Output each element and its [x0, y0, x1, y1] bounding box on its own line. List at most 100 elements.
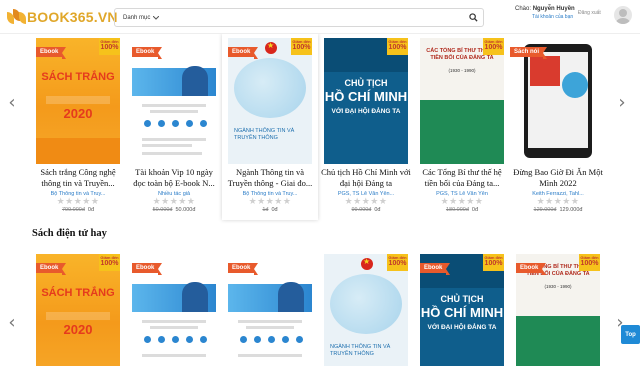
- search-bar: Danh mục: [114, 8, 484, 27]
- site-header: BOOK365.VN Danh mục Chào: Nguyễn Huyền T…: [0, 0, 640, 34]
- site-logo[interactable]: BOOK365.VN: [6, 7, 118, 27]
- book-prices: 1đ 0đ: [222, 207, 318, 213]
- discount-percent: 100%: [484, 44, 503, 51]
- cover-band: [36, 138, 120, 164]
- search-input[interactable]: [165, 10, 463, 25]
- discount-percent: 100%: [388, 44, 407, 51]
- book-card[interactable]: CHỦ TỊCH HỒ CHÍ MINH VỚI ĐẠI HỘI ĐẢNG TA…: [414, 250, 510, 366]
- book-title[interactable]: Ngành Thông tin và Truyền thông - Giai đ…: [224, 167, 316, 189]
- cover-map: [330, 274, 402, 334]
- cover-map: [234, 58, 306, 118]
- cover-illustration: [182, 282, 208, 312]
- book-prices: 799.000đ 0đ: [30, 207, 126, 213]
- book-row-ebooks: SÁCH TRẮNG 2020 Ebook Giảm đến 100% Ebook: [30, 250, 610, 366]
- cover-years: (1930 - 1990): [544, 284, 572, 289]
- new-price: 0đ: [87, 207, 95, 213]
- ebook-badge: Ebook: [36, 263, 67, 275]
- book-title[interactable]: Chủ tịch Hồ Chí Minh với đại hội Đảng ta: [320, 167, 412, 189]
- book-card[interactable]: CHỦ TỊCH HỒ CHÍ MINH VỚI ĐẠI HỘI ĐẢNG TA…: [318, 34, 414, 220]
- new-price: 0đ: [471, 207, 479, 213]
- user-name[interactable]: Nguyễn Huyền: [533, 6, 575, 12]
- rating-stars: ★★★★★: [344, 196, 388, 206]
- avatar[interactable]: [614, 6, 632, 24]
- cover-title: SÁCH TRẮNG: [41, 287, 115, 299]
- cover-title-line1: CHỦ TỊCH: [344, 78, 388, 88]
- cover-title: NGÀNH THÔNG TIN VÀ TRUYỀN THÔNG: [330, 344, 391, 357]
- book-card[interactable]: NGÀNH THÔNG TIN VÀ TRUYỀN THÔNG Ebook Gi…: [222, 34, 318, 220]
- ebook-badge: Ebook: [36, 47, 67, 59]
- category-dropdown[interactable]: Danh mục: [115, 15, 165, 21]
- cover-year: 2020: [63, 322, 93, 337]
- row2-prev-arrow[interactable]: ‹: [6, 311, 18, 333]
- discount-badge: Giảm đến 100%: [99, 254, 120, 271]
- category-label: Danh mục: [123, 14, 151, 21]
- cover-illustration: [182, 66, 208, 96]
- discount-badge: Giảm đến 100%: [387, 38, 408, 55]
- book-card[interactable]: SÁCH TRẮNG 2020 Ebook Giảm đến 100% Sách …: [30, 34, 126, 220]
- book-card[interactable]: CÁC TỔNG BÍ THƯ THẾ HỆ TIỀN BỐI CỦA ĐẢNG…: [414, 34, 510, 220]
- book-card[interactable]: Ebook: [126, 250, 222, 366]
- discount-percent: 100%: [100, 260, 119, 267]
- discount-badge: Giảm đến 100%: [291, 38, 312, 55]
- book-prices: 50.000đ 50.000đ: [126, 207, 222, 213]
- book-title[interactable]: Đừng Bao Giờ Đi Ăn Một Mình 2022: [512, 167, 604, 189]
- rating-stars: ★★★★★: [440, 196, 484, 206]
- cover-title-line3: VỚI ĐẠI HỘI ĐẢNG TA: [427, 324, 497, 331]
- book-card[interactable]: NGÀNH THÔNG TIN VÀ TRUYỀN THÔNG Giảm đến…: [318, 250, 414, 366]
- book-title[interactable]: Sách trắng Công nghệ thông tin và Truyền…: [32, 167, 124, 189]
- cover-illustration: [278, 282, 304, 312]
- logo-mark-icon: [6, 8, 26, 26]
- row1-next-arrow[interactable]: ›: [616, 92, 628, 113]
- logo-text: BOOK365.VN: [27, 9, 118, 25]
- account-link[interactable]: Tài khoản của bạn: [532, 14, 575, 20]
- book-cover[interactable]: CÁC TỔNG BÍ THƯ THẾ HỆ TIỀN BỐI CỦA ĐẢNG…: [420, 38, 504, 164]
- rating-stars: ★★★★★: [248, 196, 292, 206]
- discount-percent: 100%: [484, 260, 503, 267]
- logout-link[interactable]: Đăng xuất: [578, 10, 601, 16]
- cover-audio-circle: [562, 72, 588, 98]
- old-price: 129.000đ: [533, 207, 557, 213]
- book-card[interactable]: Ebook Tài khoản Vip 10 ngày đọc toàn bộ …: [126, 34, 222, 220]
- new-price: 0đ: [271, 207, 278, 213]
- audio-badge: Sách nói: [510, 47, 548, 59]
- rating-stars: ★★★★★: [56, 196, 100, 206]
- ebook-badge: Ebook: [132, 47, 163, 59]
- book-card[interactable]: CÁC TỔNG BÍ THƯ THẾ HỆ TIỀN BỐI CỦA ĐẢNG…: [510, 250, 606, 366]
- user-info: Chào: Nguyễn Huyền Tài khoản của bạn: [515, 6, 575, 20]
- book-cover[interactable]: CHỦ TỊCH HỒ CHÍ MINH VỚI ĐẠI HỘI ĐẢNG TA: [324, 38, 408, 164]
- old-price: 799.000đ: [61, 207, 85, 213]
- old-price: 180.000đ: [445, 207, 469, 213]
- cover-title: NGÀNH THÔNG TIN VÀ TRUYỀN THÔNG: [234, 128, 295, 141]
- rating-stars: ★★★★★: [536, 196, 580, 206]
- search-button[interactable]: [463, 9, 483, 26]
- cover-book-art: [530, 56, 560, 86]
- discount-percent: 100%: [292, 44, 311, 51]
- discount-badge: Giảm đến 100%: [387, 254, 408, 271]
- ebook-badge: Ebook: [228, 47, 259, 59]
- discount-percent: 100%: [100, 44, 119, 51]
- discount-badge: Giảm đến 100%: [99, 38, 120, 55]
- new-price: 129.000đ: [559, 207, 583, 213]
- back-to-top-button[interactable]: Top: [621, 325, 640, 344]
- book-card[interactable]: SÁCH TRẮNG 2020 Ebook Giảm đến 100%: [30, 250, 126, 366]
- chevron-down-icon: [153, 15, 160, 20]
- greeting-label: Chào:: [515, 6, 532, 12]
- chevron-left-icon: ‹: [8, 311, 16, 333]
- rating-stars: ★★★★★: [152, 196, 196, 206]
- cover-subtitle: [46, 312, 110, 320]
- search-icon: [468, 13, 478, 22]
- ebook-badge: Ebook: [516, 263, 547, 275]
- cover-years: (1930 - 1990): [448, 68, 476, 73]
- discount-badge: Giảm đến 100%: [483, 254, 504, 271]
- cover-title-line1: CHỦ TỊCH: [440, 294, 484, 304]
- old-price: 1đ: [262, 207, 269, 213]
- national-emblem-icon: [265, 41, 277, 54]
- row1-prev-arrow[interactable]: ‹: [6, 92, 18, 113]
- section-title: Sách điện tử hay: [32, 228, 107, 239]
- book-title[interactable]: Tài khoản Vip 10 ngày đọc toàn bộ E-book…: [128, 167, 220, 189]
- user-greeting: Chào: Nguyễn Huyền: [515, 6, 575, 12]
- book-card[interactable]: Ebook: [222, 250, 318, 366]
- book-title[interactable]: Các Tổng Bí thư thế hệ tiền bối của Đảng…: [416, 167, 508, 189]
- ebook-badge: Ebook: [132, 263, 163, 275]
- book-card[interactable]: Sách nói Đừng Bao Giờ Đi Ăn Một Mình 202…: [510, 34, 606, 220]
